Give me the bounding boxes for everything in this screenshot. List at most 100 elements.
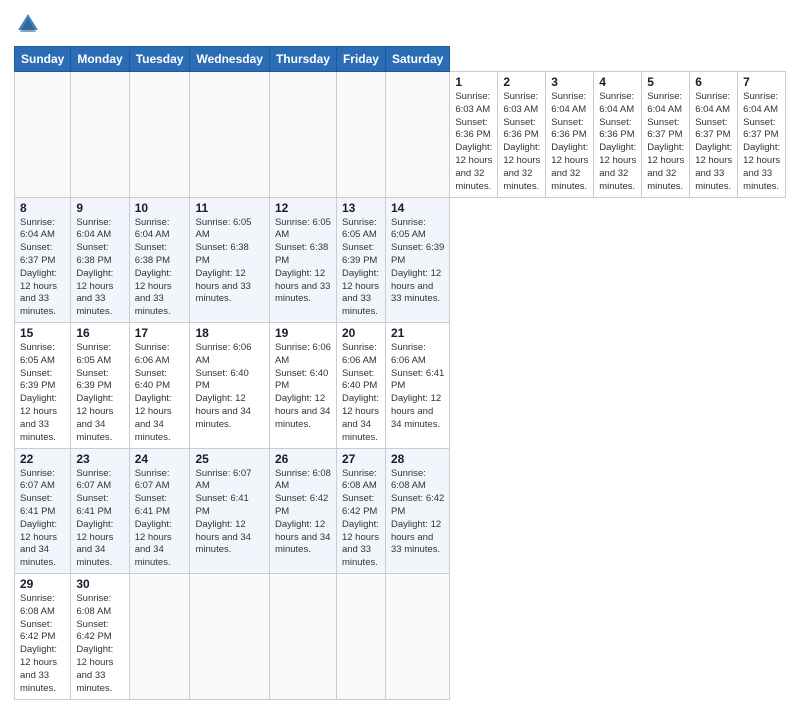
calendar-body: 1Sunrise: 6:03 AMSunset: 6:36 PMDaylight… [15, 72, 786, 700]
sunset-text: Sunset: 6:38 PM [135, 242, 170, 266]
day-number: 27 [342, 452, 380, 466]
sunset-text: Sunset: 6:40 PM [342, 368, 377, 392]
calendar-cell [129, 72, 190, 198]
daylight-text: Daylight: 12 hours and 33 minutes. [342, 268, 379, 317]
calendar-cell [336, 72, 385, 198]
day-info: Sunrise: 6:07 AMSunset: 6:41 PMDaylight:… [76, 468, 123, 571]
sunrise-text: Sunrise: 6:05 AM [275, 217, 331, 241]
daylight-text: Daylight: 12 hours and 34 minutes. [135, 519, 172, 568]
calendar-cell [15, 72, 71, 198]
calendar-cell: 10Sunrise: 6:04 AMSunset: 6:38 PMDayligh… [129, 197, 190, 323]
dow-header: Monday [71, 47, 129, 72]
sunset-text: Sunset: 6:40 PM [195, 368, 248, 392]
day-info: Sunrise: 6:07 AMSunset: 6:41 PMDaylight:… [20, 468, 65, 571]
daylight-text: Daylight: 12 hours and 33 minutes. [275, 268, 330, 305]
daylight-text: Daylight: 12 hours and 34 minutes. [391, 393, 441, 430]
calendar-cell: 27 Sunrise: 6:08 AMSunset: 6:42 PMDayligh… [336, 448, 385, 574]
sunset-text: Sunset: 6:41 PM [195, 493, 248, 517]
calendar-cell: 7Sunrise: 6:04 AMSunset: 6:37 PMDaylight… [738, 72, 786, 198]
sunset-text: Sunset: 6:39 PM [20, 368, 55, 392]
calendar-cell: 5Sunrise: 6:04 AMSunset: 6:37 PMDaylight… [642, 72, 690, 198]
calendar-cell: 17Sunrise: 6:06 AMSunset: 6:40 PMDayligh… [129, 323, 190, 449]
calendar-cell: 19Sunrise: 6:06 AMSunset: 6:40 PMDayligh… [269, 323, 336, 449]
calendar-cell [269, 72, 336, 198]
sunrise-text: Sunrise: 6:04 AM [135, 217, 170, 241]
day-info: Sunrise: 6:05 AMSunset: 6:39 PMDaylight:… [76, 342, 123, 445]
calendar-cell: 22Sunrise: 6:07 AMSunset: 6:41 PMDayligh… [15, 448, 71, 574]
day-number: 13 [342, 201, 380, 215]
sunset-text: Sunset: 6:37 PM [695, 117, 730, 141]
daylight-text: Daylight: 12 hours and 33 minutes. [342, 519, 379, 568]
day-info: Sunrise: 6:08 AMSunset: 6:42 PMDaylight:… [342, 468, 380, 571]
day-number: 3 [551, 75, 588, 89]
day-number: 30 [76, 577, 123, 591]
calendar-cell [190, 574, 269, 700]
sunrise-text: Sunrise: 6:04 AM [599, 91, 634, 115]
calendar-cell: 15 Sunrise: 6:05 AMSunset: 6:39 PMDayligh… [15, 323, 71, 449]
sunrise-text: Sunrise: 6:07 AM [135, 468, 170, 492]
dow-header: Tuesday [129, 47, 190, 72]
sunset-text: Sunset: 6:42 PM [76, 619, 111, 643]
sunset-text: Sunset: 6:37 PM [20, 242, 55, 266]
sunrise-text: Sunrise: 6:06 AM [195, 342, 251, 366]
page-container: SundayMondayTuesdayWednesdayThursdayFrid… [0, 0, 792, 710]
calendar-cell: 3Sunrise: 6:04 AMSunset: 6:36 PMDaylight… [546, 72, 594, 198]
sunrise-text: Sunrise: 6:05 AM [76, 342, 111, 366]
sunset-text: Sunset: 6:42 PM [275, 493, 328, 517]
dow-header: Thursday [269, 47, 336, 72]
day-info: Sunrise: 6:04 AMSunset: 6:37 PMDaylight:… [695, 91, 732, 194]
daylight-text: Daylight: 12 hours and 33 minutes. [695, 142, 732, 191]
daylight-text: Daylight: 12 hours and 34 minutes. [195, 393, 250, 430]
sunset-text: Sunset: 6:36 PM [455, 117, 490, 141]
sunrise-text: Sunrise: 6:03 AM [503, 91, 538, 115]
sunrise-text: Sunrise: 6:07 AM [20, 468, 55, 492]
day-info: Sunrise: 6:08 AMSunset: 6:42 PMDaylight:… [76, 593, 123, 696]
dow-header: Sunday [15, 47, 71, 72]
sunset-text: Sunset: 6:38 PM [275, 242, 328, 266]
daylight-text: Daylight: 12 hours and 33 minutes. [743, 142, 780, 191]
calendar-cell: 30 Sunrise: 6:08 AMSunset: 6:42 PMDayligh… [71, 574, 129, 700]
daylight-text: Daylight: 12 hours and 33 minutes. [20, 268, 57, 317]
sunset-text: Sunset: 6:37 PM [743, 117, 778, 141]
calendar-cell: 2Sunrise: 6:03 AMSunset: 6:36 PMDaylight… [498, 72, 546, 198]
sunrise-text: Sunrise: 6:05 AM [342, 217, 377, 241]
day-number: 16 [76, 326, 123, 340]
calendar-cell: 23Sunrise: 6:07 AMSunset: 6:41 PMDayligh… [71, 448, 129, 574]
day-info: Sunrise: 6:04 AMSunset: 6:37 PMDaylight:… [20, 217, 65, 320]
calendar-cell [269, 574, 336, 700]
sunset-text: Sunset: 6:38 PM [195, 242, 248, 266]
sunset-text: Sunset: 6:39 PM [76, 368, 111, 392]
day-info: Sunrise: 6:05 AMSunset: 6:39 PMDaylight:… [20, 342, 65, 445]
daylight-text: Daylight: 12 hours and 33 minutes. [20, 393, 57, 442]
day-info: Sunrise: 6:08 AMSunset: 6:42 PMDaylight:… [275, 468, 331, 558]
day-info: Sunrise: 6:05 AMSunset: 6:39 PMDaylight:… [342, 217, 380, 320]
day-info: Sunrise: 6:06 AMSunset: 6:40 PMDaylight:… [342, 342, 380, 445]
daylight-text: Daylight: 12 hours and 33 minutes. [76, 268, 113, 317]
daylight-text: Daylight: 12 hours and 32 minutes. [503, 142, 540, 191]
sunrise-text: Sunrise: 6:04 AM [76, 217, 111, 241]
day-number: 26 [275, 452, 331, 466]
daylight-text: Daylight: 12 hours and 33 minutes. [391, 268, 441, 305]
sunset-text: Sunset: 6:42 PM [342, 493, 377, 517]
day-number: 14 [391, 201, 444, 215]
daylight-text: Daylight: 12 hours and 33 minutes. [20, 644, 57, 693]
day-info: Sunrise: 6:04 AMSunset: 6:38 PMDaylight:… [76, 217, 123, 320]
calendar-cell: 28Sunrise: 6:08 AMSunset: 6:42 PMDayligh… [385, 448, 449, 574]
day-number: 15 [20, 326, 65, 340]
calendar-week-row: 1Sunrise: 6:03 AMSunset: 6:36 PMDaylight… [15, 72, 786, 198]
sunrise-text: Sunrise: 6:08 AM [275, 468, 331, 492]
sunset-text: Sunset: 6:42 PM [20, 619, 55, 643]
calendar-cell: 9Sunrise: 6:04 AMSunset: 6:38 PMDaylight… [71, 197, 129, 323]
day-info: Sunrise: 6:08 AMSunset: 6:42 PMDaylight:… [391, 468, 444, 558]
daylight-text: Daylight: 12 hours and 33 minutes. [76, 644, 113, 693]
calendar-week-row: 22Sunrise: 6:07 AMSunset: 6:41 PMDayligh… [15, 448, 786, 574]
day-number: 2 [503, 75, 540, 89]
day-number: 7 [743, 75, 780, 89]
day-number: 5 [647, 75, 684, 89]
sunrise-text: Sunrise: 6:07 AM [195, 468, 251, 492]
daylight-text: Daylight: 12 hours and 34 minutes. [135, 393, 172, 442]
daylight-text: Daylight: 12 hours and 34 minutes. [195, 519, 250, 556]
day-info: Sunrise: 6:08 AMSunset: 6:42 PMDaylight:… [20, 593, 65, 696]
calendar-cell: 21Sunrise: 6:06 AMSunset: 6:41 PMDayligh… [385, 323, 449, 449]
day-info: Sunrise: 6:05 AMSunset: 6:39 PMDaylight:… [391, 217, 444, 307]
